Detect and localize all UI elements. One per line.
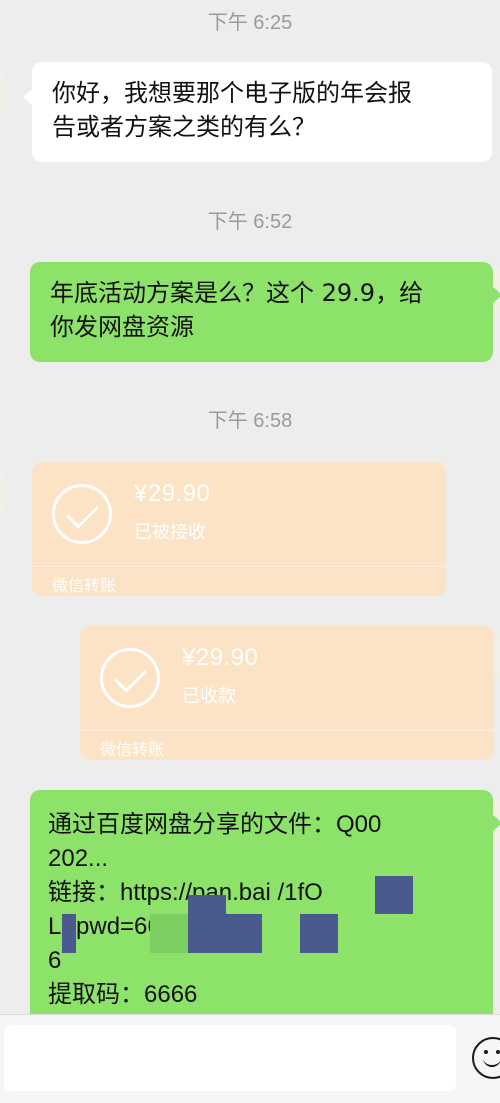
transfer-footer: 微信转账	[52, 576, 117, 595]
transfer-amount: ¥29.90	[182, 644, 259, 671]
timestamp: 下午 6:25	[207, 12, 293, 34]
transfer-amount: ¥29.90	[134, 480, 211, 507]
transfer-card-incoming[interactable]: ¥29.90 已被接收 微信转账	[32, 462, 446, 596]
message-text: 年底活动方案是么？这个 29.9，给	[50, 279, 424, 307]
extraction-code: 提取码：6666	[48, 981, 198, 1008]
message-text: 通过百度网盘分享的文件：Q00	[48, 811, 382, 838]
transfer-divider	[80, 730, 494, 731]
emoji-face-icon[interactable]	[472, 1037, 500, 1079]
share-link[interactable]: 链接：https://pan.bai /1fO	[48, 876, 479, 910]
timestamp: 下午 6:58	[207, 410, 293, 432]
transfer-card-outgoing[interactable]: ¥29.90 已收款 微信转账	[80, 626, 494, 760]
contact-avatar[interactable]	[0, 72, 6, 116]
message-bubble-incoming[interactable]: 你好，我想要那个电子版的年会报 告或者方案之类的有么？	[23, 62, 492, 162]
transfer-status: 已被接收	[134, 522, 206, 543]
contact-avatar[interactable]	[0, 470, 6, 514]
message-text: 你发网盘资源	[50, 313, 194, 341]
message-bubble-outgoing[interactable]: 年底活动方案是么？这个 29.9，给 你发网盘资源	[30, 262, 500, 362]
redaction-mosaic	[188, 895, 226, 953]
message-text: 你好，我想要那个电子版的年会报	[52, 79, 412, 107]
redaction-mosaic	[375, 876, 413, 914]
message-input[interactable]	[4, 1025, 456, 1091]
share-link: 6	[48, 947, 62, 974]
check-circle-icon	[52, 484, 112, 544]
redaction-mosaic	[62, 914, 76, 953]
chat-input-bar	[0, 1014, 500, 1103]
transfer-status: 已收款	[182, 686, 236, 707]
transfer-footer: 微信转账	[100, 740, 165, 759]
timestamp: 下午 6:52	[207, 211, 293, 233]
redaction-mosaic	[150, 914, 188, 953]
my-avatar[interactable]	[494, 634, 500, 678]
redaction-mosaic	[300, 914, 338, 953]
check-circle-icon	[100, 648, 160, 708]
share-link[interactable]: Lr pwd=66	[48, 910, 479, 944]
message-text: 告或者方案之类的有么？	[52, 113, 316, 141]
transfer-divider	[32, 566, 446, 567]
message-bubble-outgoing[interactable]: 通过百度网盘分享的文件：Q00 202... 链接：https://pan.ba…	[30, 790, 500, 1030]
message-text: 202...	[48, 845, 109, 872]
redaction-mosaic	[226, 914, 262, 953]
